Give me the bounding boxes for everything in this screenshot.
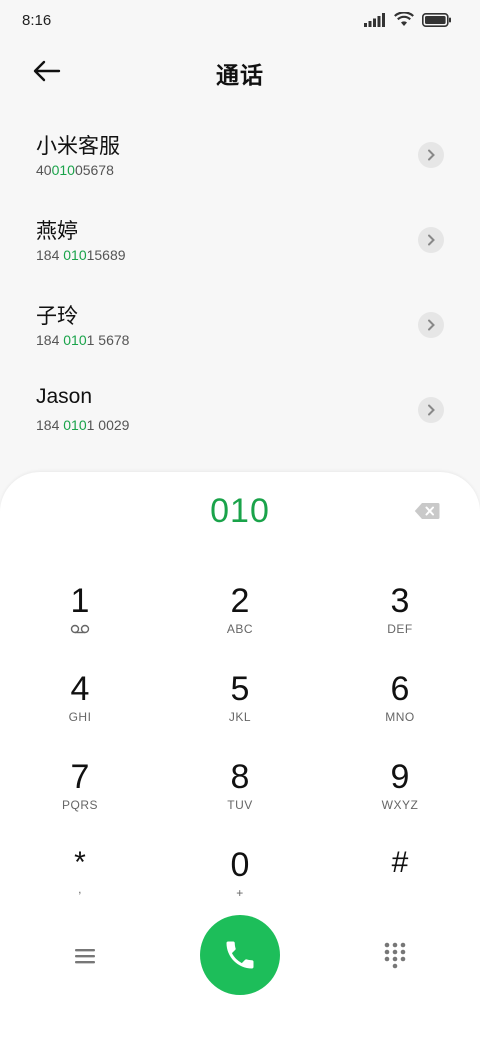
call-button[interactable]: [200, 915, 280, 995]
contact-details-button[interactable]: [418, 227, 444, 253]
key-digit: 0: [230, 846, 250, 884]
contact-list: 小米客服 4001005678 燕婷 184 01015689 子玲 184 0…: [0, 120, 480, 460]
status-bar: 8:16: [0, 0, 480, 40]
key-digit: 7: [70, 758, 90, 796]
key-digit: 8: [230, 758, 250, 796]
key-1[interactable]: 1: [25, 582, 135, 658]
bottom-bar: [0, 915, 480, 995]
battery-icon: [422, 12, 451, 27]
key-digit: 1: [70, 582, 90, 620]
key-letters: ,: [78, 882, 82, 896]
key-7[interactable]: 7 PQRS: [25, 758, 135, 834]
key-letters: WXYZ: [381, 798, 419, 812]
contact-item[interactable]: Jason 184 0101 0029: [0, 375, 480, 460]
chevron-right-icon: [428, 149, 435, 161]
key-3[interactable]: 3 DEF: [345, 582, 455, 658]
contact-item[interactable]: 燕婷 184 01015689: [0, 205, 480, 290]
key-hash[interactable]: #: [345, 846, 455, 922]
key-star[interactable]: * ,: [25, 846, 135, 922]
wifi-icon: [394, 12, 414, 26]
chevron-right-icon: [428, 319, 435, 331]
key-letters: ABC: [226, 622, 254, 636]
key-letters: +: [236, 886, 244, 900]
voicemail-icon: [70, 624, 90, 634]
key-digit: 6: [390, 670, 410, 708]
contact-item[interactable]: 子玲 184 0101 5678: [0, 290, 480, 375]
menu-icon[interactable]: [70, 943, 100, 969]
backspace-icon[interactable]: [414, 502, 440, 520]
key-4[interactable]: 4 GHI: [25, 670, 135, 746]
contact-item[interactable]: 小米客服 4001005678: [0, 120, 480, 205]
status-icons: [364, 12, 452, 27]
contact-number: 184 0101 0029: [36, 417, 130, 433]
header: 通话: [0, 48, 480, 92]
key-letters: PQRS: [61, 798, 98, 812]
key-digit: 3: [390, 582, 410, 620]
phone-icon: [226, 941, 254, 969]
contact-name: 子玲: [36, 305, 78, 328]
contact-details-button[interactable]: [418, 312, 444, 338]
page-title: 通话: [216, 62, 264, 88]
key-8[interactable]: 8 TUV: [185, 758, 295, 834]
contact-name: 燕婷: [36, 220, 78, 243]
key-letters: GHI: [68, 710, 92, 724]
contact-name: Jason: [36, 385, 93, 408]
chevron-right-icon: [428, 234, 435, 246]
key-2[interactable]: 2 ABC: [185, 582, 295, 658]
contact-details-button[interactable]: [418, 397, 444, 423]
key-digit: 2: [230, 582, 250, 620]
key-9[interactable]: 9 WXYZ: [345, 758, 455, 834]
key-6[interactable]: 6 MNO: [345, 670, 455, 746]
key-digit: 9: [390, 758, 410, 796]
dial-input[interactable]: 010: [0, 492, 480, 531]
chevron-right-icon: [428, 404, 435, 416]
key-0[interactable]: 0 +: [185, 846, 295, 922]
key-digit: 5: [230, 670, 250, 708]
key-digit: 4: [70, 670, 90, 708]
key-digit: *: [74, 846, 86, 879]
key-digit: #: [391, 846, 409, 879]
status-time: 8:16: [22, 12, 52, 29]
contact-name: 小米客服: [36, 135, 120, 158]
key-letters: TUV: [227, 798, 253, 812]
key-letters: DEF: [387, 622, 413, 636]
key-letters: MNO: [385, 710, 415, 724]
contact-details-button[interactable]: [418, 142, 444, 168]
signal-icon: [364, 12, 385, 27]
key-5[interactable]: 5 JKL: [185, 670, 295, 746]
contact-number: 184 0101 5678: [36, 332, 130, 348]
keypad-icon[interactable]: [382, 941, 408, 969]
contact-number: 4001005678: [36, 162, 114, 178]
key-letters: JKL: [228, 710, 252, 724]
contact-number: 184 01015689: [36, 247, 126, 263]
